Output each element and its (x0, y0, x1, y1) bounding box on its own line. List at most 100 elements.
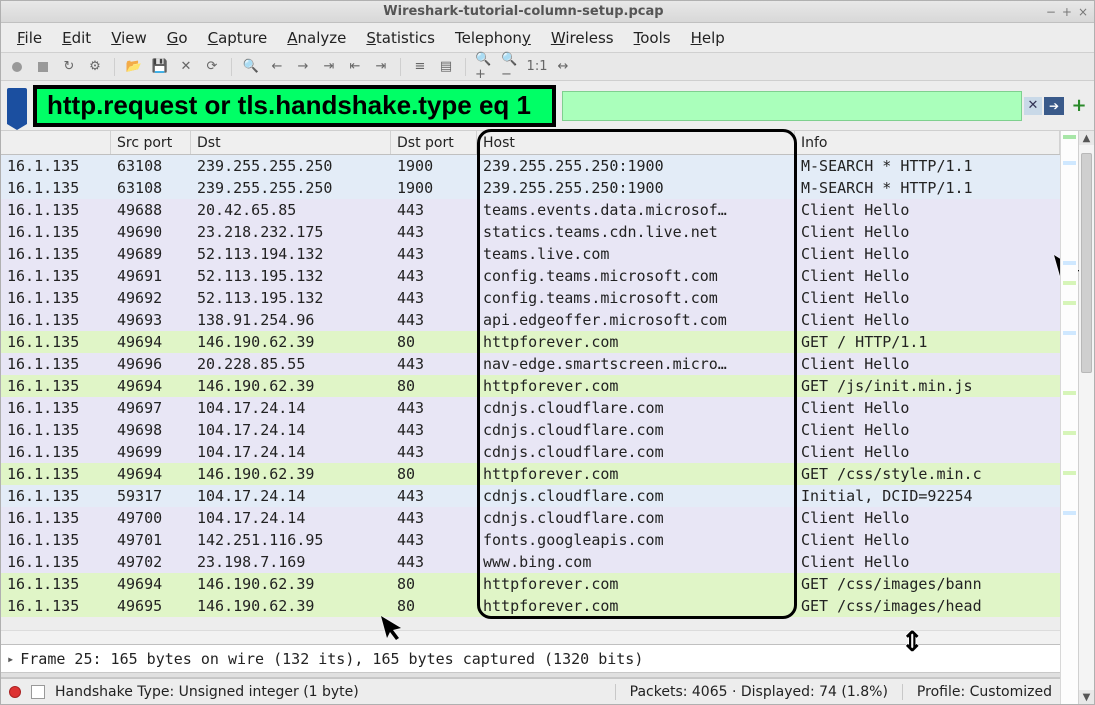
table-row[interactable]: 16.1.1354969023.218.232.175443statics.te… (1, 221, 1060, 243)
cell-dport: 443 (391, 529, 477, 551)
cell-src: 16.1.135 (1, 397, 111, 419)
packet-list-body[interactable]: 16.1.13563108239.255.255.2501900239.255.… (1, 155, 1060, 630)
cell-sport: 49694 (111, 463, 191, 485)
table-row[interactable]: 16.1.1354969252.113.195.132443config.tea… (1, 287, 1060, 309)
toolbar-last-icon[interactable]: ⇥ (371, 57, 391, 77)
cell-sport: 49694 (111, 573, 191, 595)
col-header-info[interactable]: Info (795, 131, 1060, 154)
status-profile[interactable]: Profile: Customized (917, 684, 1052, 700)
table-row[interactable]: 16.1.13549697104.17.24.14443cdnjs.cloudf… (1, 397, 1060, 419)
table-row[interactable]: 16.1.13549693138.91.254.96443api.edgeoff… (1, 309, 1060, 331)
filter-clear-button[interactable]: ✕ (1024, 97, 1042, 115)
cell-host: fonts.googleapis.com (477, 529, 795, 551)
scroll-down-icon[interactable]: ▼ (1079, 690, 1094, 704)
menu-view[interactable]: View (103, 26, 155, 50)
toolbar-stop-capture-icon[interactable] (33, 57, 53, 77)
toolbar-options-icon[interactable]: ⚙ (85, 57, 105, 77)
edit-capture-comment-icon[interactable] (31, 685, 45, 699)
menu-help[interactable]: Help (683, 26, 733, 50)
cell-src: 16.1.135 (1, 507, 111, 529)
toolbar-close-icon[interactable]: ✕ (176, 57, 196, 77)
table-row[interactable]: 16.1.13549700104.17.24.14443cdnjs.cloudf… (1, 507, 1060, 529)
filter-add-button[interactable]: + (1070, 97, 1088, 115)
table-row[interactable]: 16.1.13559317104.17.24.14443cdnjs.cloudf… (1, 485, 1060, 507)
horizontal-scrollbar[interactable] (1, 630, 1060, 644)
menu-statistics[interactable]: Statistics (358, 26, 443, 50)
menu-telephony[interactable]: Telephony (447, 26, 539, 50)
toolbar-save-icon[interactable]: 💾 (150, 57, 170, 77)
packet-list[interactable]: Src port Dst Dst port Host Info 16.1.135… (1, 131, 1060, 630)
col-header-sport[interactable]: Src port (111, 131, 191, 154)
toolbar-zoom-reset-icon[interactable]: 1:1 (527, 57, 547, 77)
scroll-up-icon[interactable]: ▲ (1079, 131, 1094, 145)
col-header-host[interactable]: Host (477, 131, 795, 154)
cell-src: 16.1.135 (1, 221, 111, 243)
menu-tools[interactable]: Tools (626, 26, 679, 50)
toolbar-first-icon[interactable]: ⇤ (345, 57, 365, 77)
packet-list-header[interactable]: Src port Dst Dst port Host Info (1, 131, 1060, 155)
table-row[interactable]: 16.1.1354969152.113.195.132443config.tea… (1, 265, 1060, 287)
toolbar-find-icon[interactable]: 🔍 (241, 57, 261, 77)
packet-minimap[interactable] (1060, 131, 1078, 704)
toolbar-open-icon[interactable]: 📂 (124, 57, 144, 77)
table-row[interactable]: 16.1.13563108239.255.255.2501900239.255.… (1, 155, 1060, 177)
menu-go[interactable]: Go (159, 26, 196, 50)
table-row[interactable]: 16.1.13549699104.17.24.14443cdnjs.cloudf… (1, 441, 1060, 463)
cell-info: Client Hello (795, 221, 1060, 243)
col-header-src[interactable] (1, 131, 111, 154)
minimap-stripe (1063, 471, 1076, 475)
filter-apply-button[interactable]: ➔ (1044, 97, 1064, 115)
packet-details-pane[interactable]: ▸ Frame 25: 165 bytes on wire (132 its),… (1, 644, 1060, 672)
table-row[interactable]: 16.1.13549701142.251.116.95443fonts.goog… (1, 529, 1060, 551)
col-header-dport[interactable]: Dst port (391, 131, 477, 154)
cell-host: teams.live.com (477, 243, 795, 265)
filter-bookmark-icon[interactable] (7, 88, 27, 124)
table-row[interactable]: 16.1.1354969620.228.85.55443nav-edge.sma… (1, 353, 1060, 375)
toolbar-goto-icon[interactable]: ⇥ (319, 57, 339, 77)
table-row[interactable]: 16.1.1354970223.198.7.169443www.bing.com… (1, 551, 1060, 573)
table-row[interactable]: 16.1.13549694146.190.62.3980httpforever.… (1, 463, 1060, 485)
toolbar-restart-icon[interactable]: ↻ (59, 57, 79, 77)
table-row[interactable]: 16.1.1354968820.42.65.85443teams.events.… (1, 199, 1060, 221)
toolbar-zoom-in-icon[interactable]: 🔍+ (475, 57, 495, 77)
menu-file[interactable]: File (9, 26, 50, 50)
table-row[interactable]: 16.1.13549694146.190.62.3980httpforever.… (1, 375, 1060, 397)
window-close-button[interactable]: × (1078, 5, 1088, 19)
table-row[interactable]: 16.1.13563108239.255.255.2501900239.255.… (1, 177, 1060, 199)
cell-dst: 23.218.232.175 (191, 221, 391, 243)
menu-wireless[interactable]: Wireless (543, 26, 622, 50)
toolbar-start-capture-icon[interactable] (7, 57, 27, 77)
cell-info: Initial, DCID=92254 (795, 485, 1060, 507)
toolbar-colorize-icon[interactable]: ▤ (436, 57, 456, 77)
toolbar-zoom-out-icon[interactable]: 🔍− (501, 57, 521, 77)
col-header-dst[interactable]: Dst (191, 131, 391, 154)
scroll-thumb[interactable] (1081, 153, 1092, 373)
table-row[interactable]: 16.1.13549694146.190.62.3980httpforever.… (1, 331, 1060, 353)
menu-analyze[interactable]: Analyze (279, 26, 354, 50)
window-min-button[interactable]: − (1046, 5, 1056, 19)
separator (465, 58, 466, 76)
scroll-track[interactable] (1079, 145, 1094, 690)
titlebar[interactable]: Wireshark-tutorial-column-setup.pcap − +… (1, 1, 1094, 23)
cell-dst: 52.113.194.132 (191, 243, 391, 265)
toolbar-autoscroll-icon[interactable]: ≡ (410, 57, 430, 77)
menu-capture[interactable]: Capture (200, 26, 276, 50)
table-row[interactable]: 16.1.1354968952.113.194.132443teams.live… (1, 243, 1060, 265)
cell-info: Client Hello (795, 265, 1060, 287)
expand-triangle-icon[interactable]: ▸ (7, 652, 14, 666)
toolbar-forward-icon[interactable]: → (293, 57, 313, 77)
window-max-button[interactable]: + (1062, 5, 1072, 19)
table-row[interactable]: 16.1.13549695146.190.62.3980httpforever.… (1, 595, 1060, 617)
toolbar-reload-icon[interactable]: ⟳ (202, 57, 222, 77)
toolbar-resize-columns-icon[interactable]: ↔ (553, 57, 573, 77)
cell-dst: 239.255.255.250 (191, 155, 391, 177)
display-filter-input[interactable]: http.request or tls.handshake.type eq 1 (33, 85, 556, 127)
vertical-scrollbar[interactable]: ▲ ▼ (1078, 131, 1094, 704)
table-row[interactable]: 16.1.13549698104.17.24.14443cdnjs.cloudf… (1, 419, 1060, 441)
cell-src: 16.1.135 (1, 485, 111, 507)
cell-host: httpforever.com (477, 573, 795, 595)
menu-edit[interactable]: Edit (54, 26, 99, 50)
expert-info-icon[interactable] (9, 686, 21, 698)
toolbar-back-icon[interactable]: ← (267, 57, 287, 77)
table-row[interactable]: 16.1.13549694146.190.62.3980httpforever.… (1, 573, 1060, 595)
